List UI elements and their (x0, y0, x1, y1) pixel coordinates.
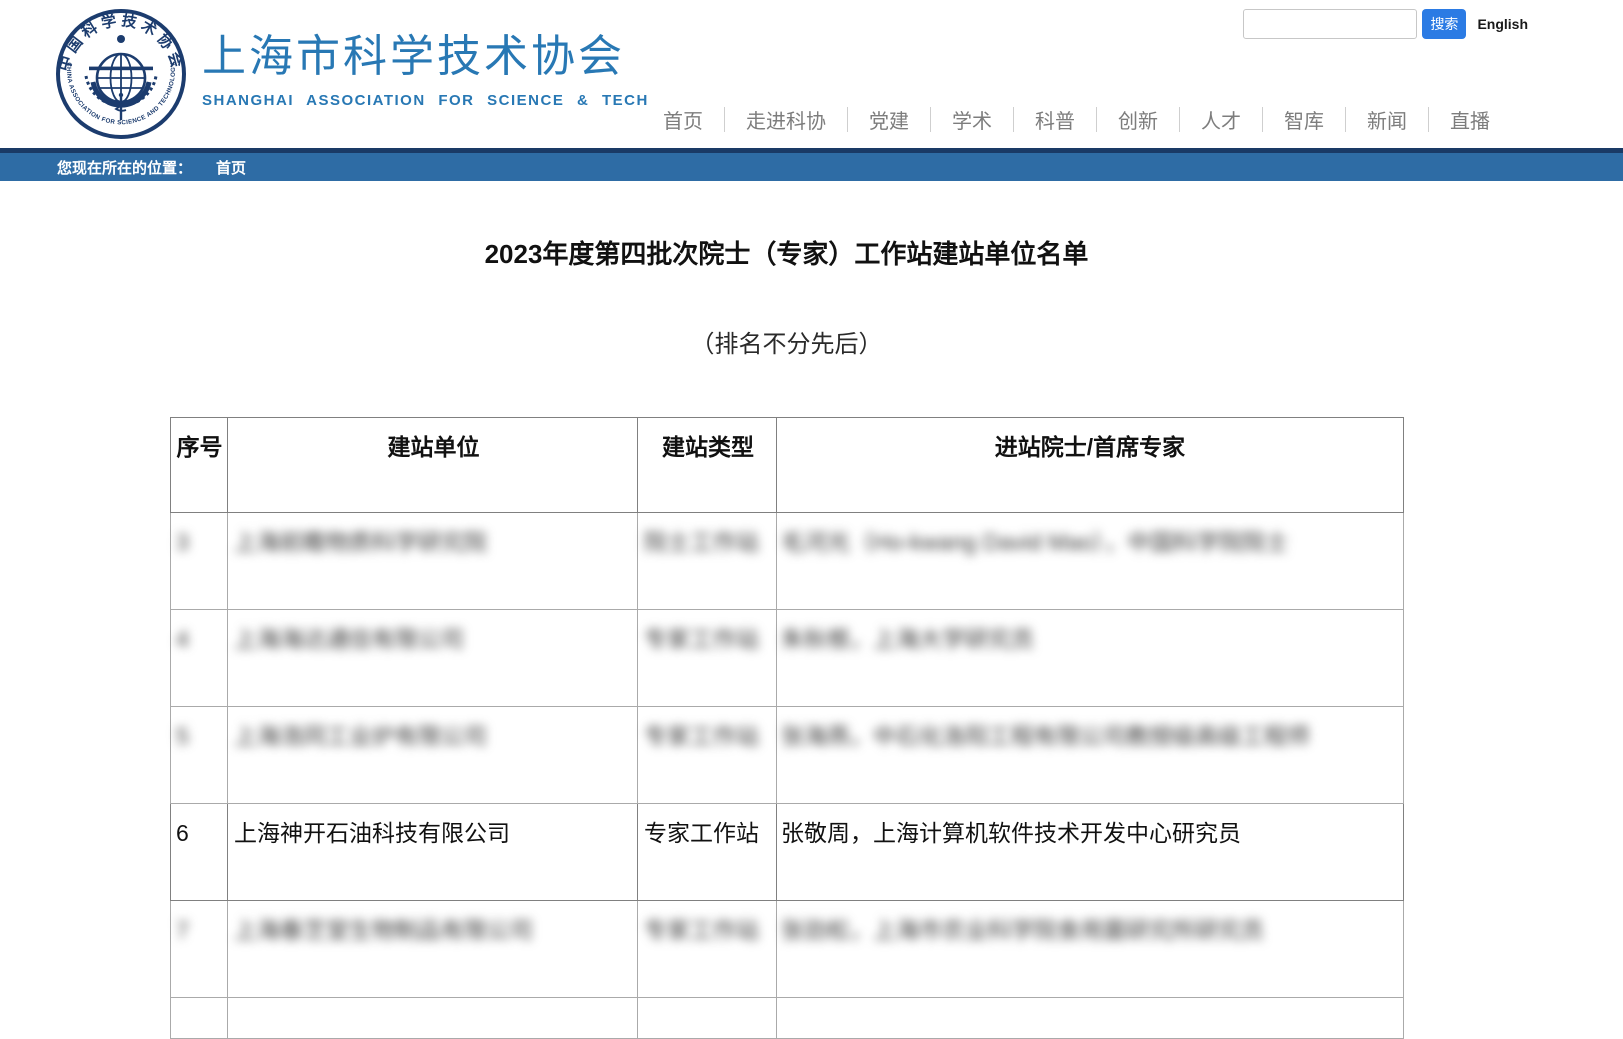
nav-item-2[interactable]: 党建 (848, 105, 930, 134)
row-number: 3 (171, 513, 227, 609)
unit-name: 上海神开石油科技有限公司 (228, 804, 637, 900)
breadcrumb-home-link[interactable]: 首页 (216, 157, 246, 178)
page-subtitle: （排名不分先后） (170, 331, 1403, 359)
table-row: 6 上海神开石油科技有限公司 专家工作站 张敬周，上海计算机软件技术开发中心研究… (171, 804, 1404, 901)
search-area: 搜索 English (1243, 8, 1528, 40)
logo-dot (117, 35, 125, 43)
breadcrumb-prefix: 您现在所在的位置： (57, 157, 192, 178)
search-button[interactable]: 搜索 (1422, 9, 1466, 39)
expert-name: 朱秋根，上海大学研究员 (777, 610, 1403, 706)
nav-item-6[interactable]: 人才 (1180, 105, 1262, 134)
site-title: 上海市科学技术协会 (202, 32, 649, 83)
unit-name: 上海海达通信有限公司 (228, 610, 637, 706)
nav-item-0[interactable]: 首页 (642, 105, 724, 134)
expert-name: 张劲松，上海市农业科学院食用菌研究所研究员 (777, 901, 1403, 997)
workstation-table: 序号建站单位建站类型进站院士/首席专家 3 上海前瞻物质科学研究院 院士工作站 … (170, 417, 1404, 1039)
station-type: 专家工作站 (638, 707, 776, 803)
site-subtitle: SHANGHAI ASSOCIATION FOR SCIENCE & TECH (202, 92, 649, 109)
nav-item-1[interactable]: 走进科协 (725, 105, 847, 134)
station-type (638, 998, 776, 1038)
row-number (171, 998, 227, 1038)
breadcrumb: 您现在所在的位置： 首页 (0, 148, 1623, 181)
station-type: 院士工作站 (638, 513, 776, 609)
table-header-row: 序号建站单位建站类型进站院士/首席专家 (171, 418, 1404, 513)
nav-item-9[interactable]: 直播 (1429, 105, 1511, 134)
site-header: 中国科学技术协会 CHINA ASSOCIATION FOR SCIENCE A… (0, 0, 1623, 148)
table-row (171, 998, 1404, 1039)
column-header: 进站院士/首席专家 (777, 418, 1403, 512)
expert-name: 毛河光（Ho-kwang David Mao），中国科学院院士 (777, 513, 1403, 609)
table-row: 3 上海前瞻物质科学研究院 院士工作站 毛河光（Ho-kwang David M… (171, 513, 1404, 610)
station-type: 专家工作站 (638, 901, 776, 997)
row-number: 7 (171, 901, 227, 997)
row-number: 4 (171, 610, 227, 706)
table-row: 5 上海浩同工业炉有限公司 专家工作站 张海燕，中石化洛阳工程有限公司教授级高级… (171, 707, 1404, 804)
cast-logo: 中国科学技术协会 CHINA ASSOCIATION FOR SCIENCE A… (55, 8, 187, 140)
nav-item-7[interactable]: 智库 (1263, 105, 1345, 134)
unit-name: 上海前瞻物质科学研究院 (228, 513, 637, 609)
page-title: 2023年度第四批次院士（专家）工作站建站单位名单 (170, 239, 1403, 269)
brand: 上海市科学技术协会 SHANGHAI ASSOCIATION FOR SCIEN… (202, 32, 649, 109)
english-link[interactable]: English (1477, 16, 1528, 32)
nav-item-4[interactable]: 科普 (1014, 105, 1096, 134)
table-row: 7 上海春芝堂生物制品有限公司 专家工作站 张劲松，上海市农业科学院食用菌研究所… (171, 901, 1404, 998)
search-input[interactable] (1243, 9, 1417, 39)
main-content: 2023年度第四批次院士（专家）工作站建站单位名单 （排名不分先后） 序号建站单… (170, 239, 1403, 1039)
page: 中国科学技术协会 CHINA ASSOCIATION FOR SCIENCE A… (0, 0, 1623, 1039)
station-type: 专家工作站 (638, 804, 776, 900)
unit-name (228, 998, 637, 1038)
column-header: 建站类型 (638, 418, 776, 512)
table-row: 4 上海海达通信有限公司 专家工作站 朱秋根，上海大学研究员 (171, 610, 1404, 707)
column-header: 建站单位 (228, 418, 637, 512)
unit-name: 上海春芝堂生物制品有限公司 (228, 901, 637, 997)
main-nav: 首页走进科协党建学术科普创新人才智库新闻直播 (642, 105, 1511, 134)
nav-item-5[interactable]: 创新 (1097, 105, 1179, 134)
row-number: 6 (171, 804, 227, 900)
nav-item-3[interactable]: 学术 (931, 105, 1013, 134)
column-header: 序号 (171, 418, 227, 512)
nav-item-8[interactable]: 新闻 (1346, 105, 1428, 134)
cast-logo-emblem: 中国科学技术协会 CHINA ASSOCIATION FOR SCIENCE A… (55, 8, 187, 140)
unit-name: 上海浩同工业炉有限公司 (228, 707, 637, 803)
expert-name: 张海燕，中石化洛阳工程有限公司教授级高级工程师 (777, 707, 1403, 803)
expert-name: 张敬周，上海计算机软件技术开发中心研究员 (777, 804, 1403, 900)
station-type: 专家工作站 (638, 610, 776, 706)
row-number: 5 (171, 707, 227, 803)
expert-name (777, 998, 1403, 1038)
